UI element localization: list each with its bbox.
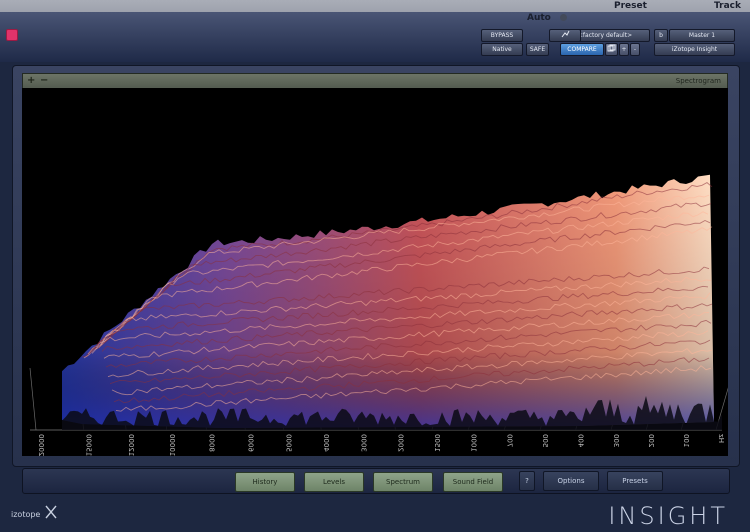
native-button[interactable]: Native [481, 43, 523, 56]
frequency-tick-label: 10000 [168, 434, 176, 456]
frequency-tick-label: 4000 [322, 434, 330, 452]
frequency-tick-label: 2000 [396, 434, 404, 452]
frequency-tick-label: 500 [541, 434, 549, 447]
frequency-tick-label: 1000 [469, 434, 477, 452]
frequency-tick-label: 8000 [207, 434, 215, 452]
options-button[interactable]: Options [543, 471, 599, 491]
auto-label: Auto [527, 13, 551, 23]
frequency-tick-label: 5000 [284, 434, 292, 452]
frequency-tick-label: 20000 [37, 434, 45, 456]
grid-line [29, 367, 37, 431]
host-header: Track Preset Auto Master 1 b iZotope Ins… [0, 0, 750, 62]
frequency-tick-label: 400 [577, 434, 585, 447]
copy-icon [607, 44, 616, 52]
tab-spectrum[interactable]: Spectrum [373, 472, 433, 492]
help-button[interactable]: ? [519, 471, 535, 491]
frequency-tick-label: 6000 [246, 434, 254, 452]
bypass-button[interactable]: BYPASS [481, 29, 523, 42]
spectrogram-surface-shade [62, 174, 714, 428]
track-label: Track [714, 1, 741, 11]
frequency-tick-label: 700 [505, 434, 513, 447]
spectrogram-panel-header: + − Spectrogram [22, 73, 728, 89]
plugin-select[interactable]: iZotope Insight [654, 43, 735, 56]
track-select[interactable]: Master 1 [669, 29, 735, 42]
frequency-tick-label: 3000 [359, 434, 367, 452]
frequency-tick-label: 1500 [433, 434, 441, 452]
preset-indicator-icon [560, 14, 567, 21]
frequency-tick-label: 100 [682, 434, 690, 447]
tab-sound-field[interactable]: Sound Field [443, 472, 503, 492]
expand-panel-button[interactable]: + [27, 74, 35, 87]
izotope-wordmark: izotope [11, 510, 41, 519]
frequency-tick-label: 15000 [85, 434, 93, 456]
track-slot-select[interactable]: b [654, 29, 668, 42]
frequency-tick-label: 300 [612, 434, 620, 447]
presets-button[interactable]: Presets [607, 471, 663, 491]
tab-history[interactable]: History [235, 472, 295, 492]
izotope-logo-icon [45, 505, 57, 519]
tab-levels[interactable]: Levels [304, 472, 364, 492]
automation-button[interactable] [549, 29, 581, 42]
panel-title: Spectrogram [675, 77, 721, 85]
preset-copy-button[interactable] [605, 43, 618, 56]
preset-label: Preset [614, 1, 647, 11]
spectrogram-plot[interactable]: 20000 15000 12000 10000 8000 6000 5000 4000 3000… [22, 88, 728, 456]
frequency-tick-label: Hz [717, 434, 725, 443]
compare-button[interactable]: COMPARE [560, 43, 604, 56]
collapse-panel-button[interactable]: − [40, 74, 48, 87]
plugin-insert-icon[interactable] [6, 29, 18, 41]
frequency-tick-label: 12000 [127, 434, 135, 456]
automation-icon [561, 30, 569, 38]
product-name: INSIGHT [608, 502, 728, 530]
frequency-tick-label: 200 [647, 434, 655, 447]
preset-minus-button[interactable]: - [630, 43, 640, 56]
safe-button[interactable]: SAFE [526, 43, 549, 56]
preset-plus-button[interactable]: + [619, 43, 629, 56]
frequency-ticks: 20000 15000 12000 10000 8000 6000 5000 4000 3000… [37, 434, 725, 456]
